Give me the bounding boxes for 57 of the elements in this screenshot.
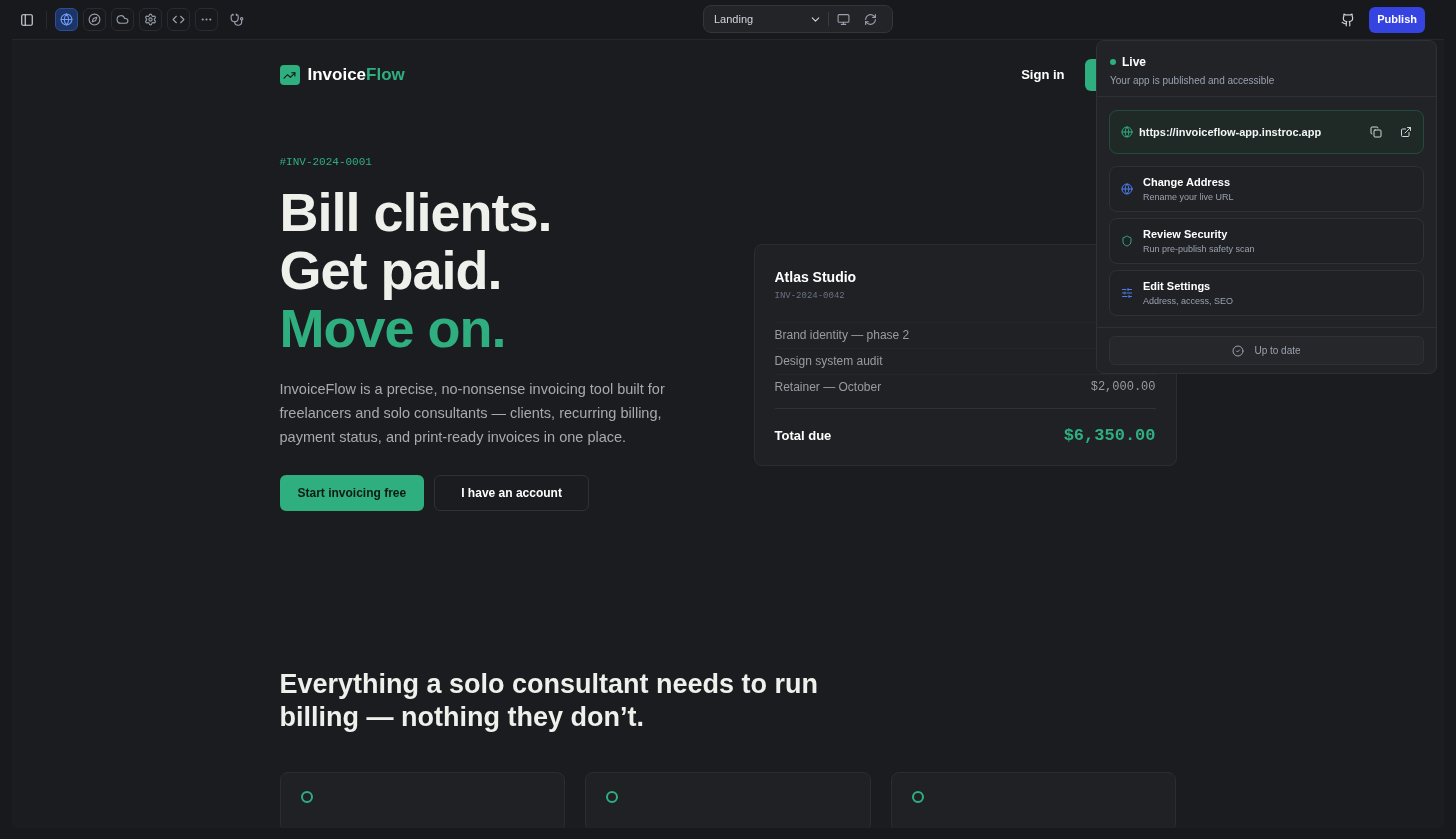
sign-in-link[interactable]: Sign in	[1021, 65, 1065, 85]
external-link-icon[interactable]	[1400, 126, 1412, 138]
code-icon	[172, 13, 185, 26]
settings-icon	[144, 13, 157, 26]
globe-icon	[60, 13, 73, 26]
action-title: Edit Settings	[1143, 279, 1212, 294]
line-item-label: Design system audit	[774, 353, 883, 370]
publish-button[interactable]: Publish	[1369, 6, 1425, 33]
stethoscope-icon[interactable]	[230, 12, 244, 27]
client-name: Atlas Studio	[774, 268, 857, 287]
features-heading: Everything a solo consultant needs to run billing — nothing they don’t.	[279, 667, 820, 734]
hero-description: InvoiceFlow is a precise, no-nonsense invoicing tool built for freelancers and solo consultants — clients, recurring billing, payment status, and print-ready invoices in one place.	[279, 379, 666, 447]
compass-icon	[88, 13, 101, 26]
feature-icon	[911, 790, 924, 803]
have-account-button[interactable]: I have an account	[434, 474, 589, 511]
up-to-date-button[interactable]: Up to date	[1109, 336, 1424, 365]
line-item-label: Brand identity — phase 2	[774, 327, 910, 344]
action-subtitle: Run pre-publish safety scan	[1143, 242, 1255, 256]
line-item-label: Retainer — October	[774, 379, 882, 396]
cloud-icon	[116, 13, 129, 26]
hero-heading-line: Get paid.	[279, 240, 503, 299]
total-label: Total due	[774, 426, 832, 445]
hero-heading-line: Bill clients.	[279, 182, 553, 241]
toolbar-button[interactable]	[139, 8, 162, 31]
line-item-amount: $2,000.00	[1090, 379, 1156, 396]
check-circle-icon	[1232, 344, 1245, 357]
shield-icon	[1121, 235, 1133, 247]
sliders-icon	[1121, 287, 1133, 299]
globe-icon	[1121, 183, 1133, 195]
globe-icon	[1121, 126, 1133, 138]
action-subtitle: Address, access, SEO	[1143, 294, 1234, 308]
refresh-icon[interactable]	[864, 12, 877, 26]
action-title: Review Security	[1143, 227, 1229, 242]
toolbar-button[interactable]	[167, 8, 190, 31]
invoice-tag: #INV-2024-0001	[279, 154, 680, 171]
toolbar-button[interactable]	[111, 8, 134, 31]
desktop-icon[interactable]	[837, 12, 850, 26]
panel-action[interactable]: Change Address Rename your live URL	[1109, 166, 1424, 212]
invoice-number: INV-2024-0042	[774, 290, 845, 303]
github-icon[interactable]	[1341, 12, 1356, 27]
action-title: Change Address	[1143, 175, 1231, 190]
toolbar-button[interactable]	[83, 8, 106, 31]
logo-icon	[279, 65, 300, 85]
total-amount: $6,350.00	[1063, 424, 1156, 447]
copy-icon[interactable]	[1370, 126, 1382, 138]
live-url: https://invoiceflow-app.instroc.app	[1139, 124, 1322, 140]
logo-text: InvoiceFlow	[307, 64, 405, 87]
feature-icon	[606, 790, 619, 803]
start-invoicing-button[interactable]: Start invoicing free	[279, 474, 425, 511]
status-label: Live	[1122, 54, 1146, 71]
url-field[interactable]: https://invoiceflow-app.instroc.app	[1109, 110, 1424, 154]
toolbar-button[interactable]	[55, 8, 78, 31]
panel-action[interactable]: Edit Settings Address, access, SEO	[1109, 270, 1424, 316]
feature-icon	[300, 790, 313, 803]
action-subtitle: Rename your live URL	[1143, 190, 1234, 204]
panel-action[interactable]: Review Security Run pre-publish safety scan	[1109, 218, 1424, 264]
status-subtitle: Your app is published and accessible	[1110, 74, 1276, 88]
